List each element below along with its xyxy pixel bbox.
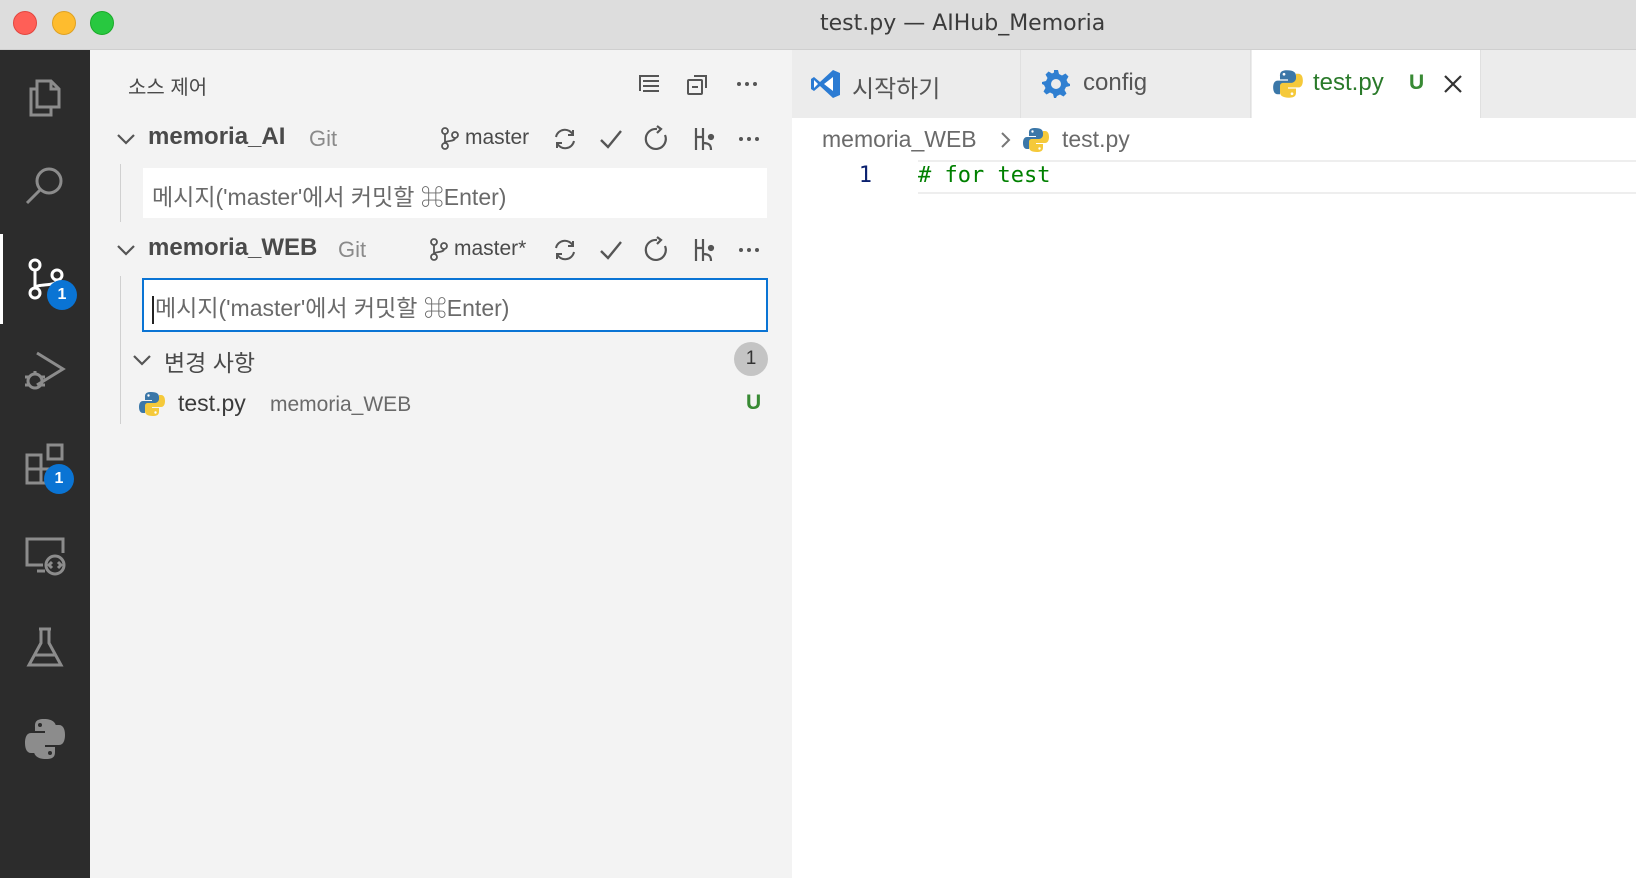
breadcrumb-folder[interactable]: memoria_WEB <box>822 126 977 153</box>
code-editor[interactable]: 1 # for test <box>792 160 1636 878</box>
activity-search[interactable] <box>0 142 90 232</box>
check-icon <box>600 130 622 149</box>
graph-button[interactable] <box>687 234 719 266</box>
changes-count-badge: 1 <box>734 342 768 376</box>
repo-name: memoria_AI <box>148 123 286 150</box>
breadcrumb: memoria_WEB test.py <box>792 120 1636 160</box>
commit-button[interactable] <box>595 234 627 266</box>
refresh-button[interactable] <box>641 123 673 155</box>
tab-untracked-status: U <box>1409 71 1425 94</box>
collapse-all-button[interactable] <box>684 70 712 98</box>
check-icon <box>600 241 622 260</box>
commit-button[interactable] <box>595 123 627 155</box>
sync-button[interactable] <box>549 123 581 155</box>
git-branch-icon <box>441 127 459 150</box>
tab-test-py[interactable]: test.py U <box>1252 50 1481 118</box>
tree-indent-guide <box>120 164 121 222</box>
code-line[interactable]: # for test <box>918 163 1050 188</box>
files-icon <box>29 79 61 117</box>
git-graph-icon <box>694 239 715 262</box>
search-icon <box>25 167 63 205</box>
window-title: test.py — AIHub_Memoria <box>820 11 1106 36</box>
refresh-icon <box>644 125 667 150</box>
tab-label: 시작하기 <box>852 76 941 103</box>
branch-label: master* <box>454 237 527 260</box>
source-control-badge: 1 <box>47 280 77 310</box>
activity-python[interactable] <box>0 694 90 784</box>
python-icon <box>25 719 65 759</box>
branch-button[interactable]: master* <box>428 234 526 264</box>
vscode-icon <box>811 70 840 98</box>
tab-bar: 시작하기 config test.py U <box>792 50 1636 118</box>
tab-get-started[interactable]: 시작하기 <box>792 50 1021 118</box>
chevron-down-icon <box>117 134 135 145</box>
remote-explorer-icon <box>25 537 66 576</box>
git-branch-icon <box>430 238 448 261</box>
activity-run-debug[interactable] <box>0 326 90 416</box>
commit-message-placeholder: 메시지('master'에서 커밋할 ⌘Enter) <box>155 295 510 321</box>
extensions-badge: 1 <box>44 464 74 494</box>
repo-header-memoria-ai[interactable]: memoria_AI Git master <box>90 117 792 163</box>
breadcrumb-file[interactable]: test.py <box>1062 126 1130 153</box>
close-icon[interactable] <box>1440 71 1466 97</box>
sync-icon <box>555 128 575 150</box>
graph-button[interactable] <box>687 123 719 155</box>
activity-explorer[interactable] <box>0 52 90 142</box>
changed-file-name: test.py <box>178 390 246 416</box>
python-file-icon <box>1023 128 1049 152</box>
activity-remote-explorer[interactable] <box>0 510 90 600</box>
repo-vcs-label: Git <box>309 126 338 151</box>
changed-file-path: memoria_WEB <box>270 393 412 416</box>
ellipsis-icon <box>739 248 759 252</box>
view-as-tree-button[interactable] <box>635 70 663 98</box>
repo-vcs-label: Git <box>338 237 367 262</box>
python-file-icon <box>139 392 165 416</box>
chevron-down-icon <box>117 245 135 256</box>
title-bar: test.py — AIHub_Memoria <box>0 0 1636 50</box>
branch-label: master <box>465 126 530 149</box>
refresh-button[interactable] <box>641 234 673 266</box>
ellipsis-icon <box>737 82 757 86</box>
chevron-down-icon <box>133 355 151 366</box>
gear-icon <box>1042 70 1070 98</box>
sync-button[interactable] <box>549 234 581 266</box>
editor-area: 시작하기 config test.py U memoria_WEB test.p… <box>792 50 1636 878</box>
activity-testing[interactable] <box>0 602 90 692</box>
ellipsis-icon <box>739 137 759 141</box>
testing-icon <box>26 627 64 667</box>
python-icon <box>1273 70 1303 98</box>
git-graph-icon <box>694 128 715 151</box>
repo-name: memoria_WEB <box>148 234 318 261</box>
tab-config[interactable]: config <box>1022 50 1251 118</box>
repo-more-button[interactable] <box>733 234 765 266</box>
activity-bar: 1 1 <box>0 50 90 878</box>
line-number: 1 <box>858 163 872 188</box>
tab-label: config <box>1083 69 1148 96</box>
commit-message-placeholder: 메시지('master'에서 커밋할 ⌘Enter) <box>152 184 507 210</box>
changed-file-row[interactable]: test.py memoria_WEB U <box>90 384 792 426</box>
tab-label: test.py <box>1313 69 1384 96</box>
more-actions-button[interactable] <box>733 70 761 98</box>
changes-group-header[interactable]: 변경 사항 1 <box>90 338 792 382</box>
panel-title: 소스 제어 <box>128 77 208 99</box>
run-debug-icon <box>25 351 66 390</box>
branch-button[interactable]: master <box>439 123 529 153</box>
panel-header: 소스 제어 <box>90 50 792 116</box>
chevron-right-icon <box>1001 132 1011 148</box>
sync-icon <box>555 239 575 261</box>
refresh-icon <box>644 236 667 261</box>
changes-label: 변경 사항 <box>164 350 256 376</box>
commit-message-input[interactable]: 메시지('master'에서 커밋할 ⌘Enter) <box>143 168 767 218</box>
collapse-all-icon <box>687 75 707 95</box>
activity-source-control[interactable]: 1 <box>0 234 90 324</box>
list-tree-icon <box>639 75 659 92</box>
commit-message-input-focused[interactable]: 메시지('master'에서 커밋할 ⌘Enter) <box>142 278 768 332</box>
text-caret <box>152 295 154 324</box>
source-control-panel: 소스 제어 memoria_AI Git master 메시지('master'… <box>90 50 792 878</box>
repo-header-memoria-web[interactable]: memoria_WEB Git master* <box>90 228 792 274</box>
activity-extensions[interactable]: 1 <box>0 418 90 508</box>
untracked-status: U <box>746 391 762 414</box>
repo-more-button[interactable] <box>733 123 765 155</box>
